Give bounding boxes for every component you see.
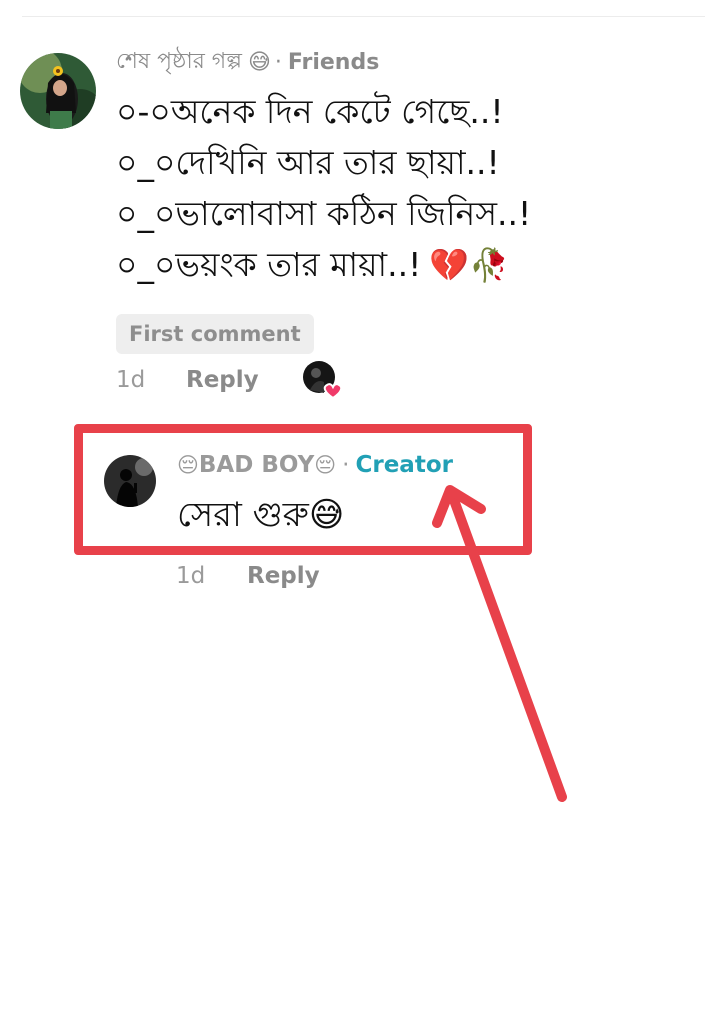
parent-comment-text: ০-০অনেক দিন কেটে গেছে..! ০_০দেখিনি আর তা… <box>116 86 676 290</box>
comment-line: ০-০অনেক দিন কেটে গেছে..! <box>116 92 504 131</box>
top-divider <box>22 16 705 17</box>
reply-button[interactable]: Reply <box>186 367 259 393</box>
sweat-smile-emoji-icon: 😅 <box>247 49 271 75</box>
red-highlight-box <box>74 424 532 555</box>
comment-line: ০_০দেখিনি আর তার ছায়া..! <box>116 143 500 182</box>
parent-comment-meta: শেষ পৃষ্ঠার গল্প 😅 · Friends <box>116 44 379 80</box>
commenter-avatar[interactable] <box>20 53 96 129</box>
meta-separator: · <box>274 49 282 75</box>
broken-heart-wilted-rose-emoji-icon: 💔🥀 <box>429 246 509 284</box>
reply-button[interactable]: Reply <box>247 563 320 589</box>
comment-timestamp: 1d <box>116 367 146 393</box>
comment-line: ০_০ভালোবাসা কঠিন জিনিস..! <box>116 194 532 233</box>
parent-comment-actions: 1d Reply <box>116 362 259 398</box>
first-comment-badge: First comment <box>116 314 314 354</box>
comment-timestamp: 1d <box>176 563 206 589</box>
creator-heart-avatar-icon[interactable] <box>302 360 343 400</box>
comment-line-text: ০_০ভয়ংক তার মায়া..! <box>116 245 422 284</box>
reply-comment-actions: 1d Reply <box>176 558 320 594</box>
commenter-name[interactable]: শেষ পৃষ্ঠার গল্প <box>116 44 242 81</box>
liked-by-creator-icon <box>303 361 343 400</box>
avatar-photo-icon <box>20 53 96 129</box>
friends-tag: Friends <box>287 49 380 75</box>
comment-line: ০_০ভয়ংক তার মায়া..! 💔🥀 <box>116 239 676 290</box>
